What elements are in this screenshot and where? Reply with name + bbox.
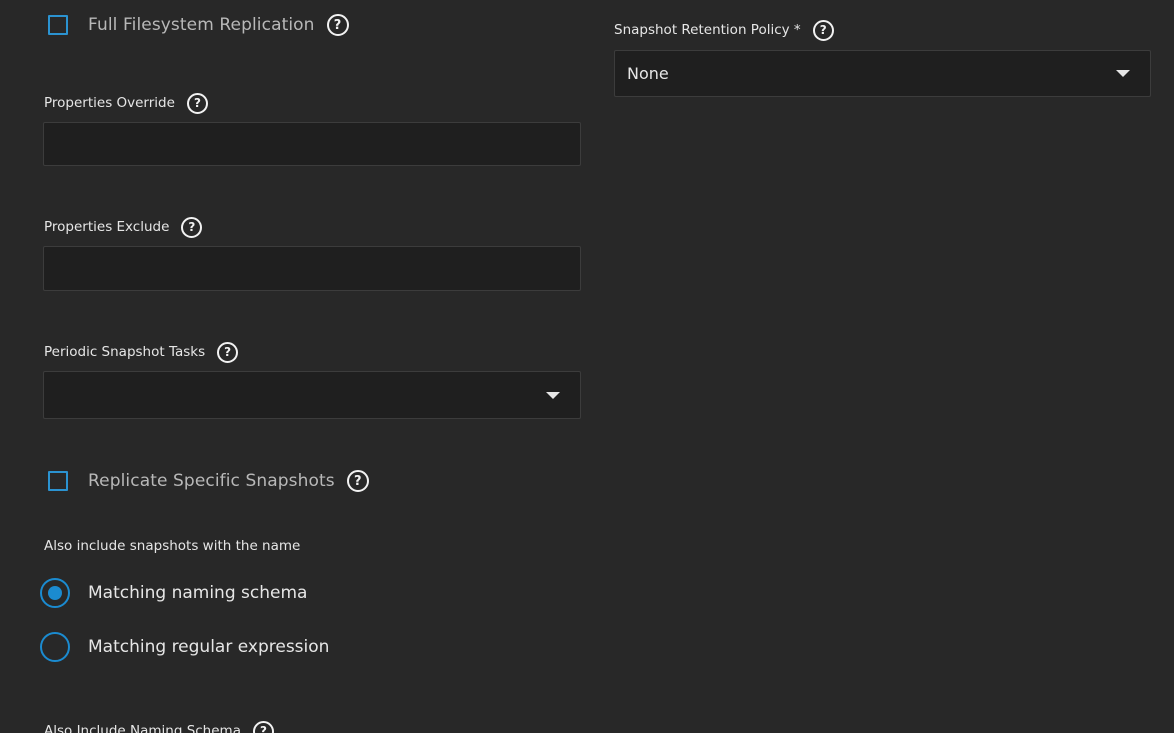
properties-override-input[interactable] [43, 122, 581, 166]
help-circle-icon[interactable]: ? [812, 19, 834, 41]
also-include-naming-schema-label-row: Also Include Naming Schema ? [44, 719, 274, 733]
properties-exclude-label: Properties Exclude [44, 219, 170, 235]
snapshot-retention-policy-value: None [627, 64, 669, 83]
help-circle-icon[interactable]: ? [181, 216, 203, 238]
help-circle-icon[interactable]: ? [326, 14, 349, 36]
periodic-snapshot-tasks-label-row: Periodic Snapshot Tasks ? [44, 340, 239, 364]
snapshot-retention-policy-label: Snapshot Retention Policy * [614, 22, 801, 38]
also-include-naming-schema-label: Also Include Naming Schema [44, 723, 241, 733]
replicate-specific-snapshots-row[interactable]: Replicate Specific Snapshots ? [46, 466, 369, 496]
help-circle-icon[interactable]: ? [186, 92, 208, 114]
periodic-snapshot-tasks-label: Periodic Snapshot Tasks [44, 344, 206, 360]
radio-matching-naming-schema[interactable]: Matching naming schema [40, 577, 307, 609]
chevron-down-icon [546, 391, 560, 399]
snapshot-retention-policy-label-row: Snapshot Retention Policy * ? [614, 18, 834, 42]
full-filesystem-replication-checkbox[interactable] [48, 15, 68, 35]
also-include-heading: Also include snapshots with the name [44, 538, 301, 554]
radio-label: Matching regular expression [88, 637, 330, 657]
help-circle-icon[interactable]: ? [252, 720, 274, 733]
replication-form: Full Filesystem Replication ? Snapshot R… [0, 0, 1174, 733]
properties-override-label: Properties Override [44, 95, 175, 111]
help-circle-icon[interactable]: ? [217, 341, 239, 363]
periodic-snapshot-tasks-select[interactable] [43, 371, 581, 419]
snapshot-retention-policy-select[interactable]: None [614, 50, 1151, 97]
radio-matching-regular-expression[interactable]: Matching regular expression [40, 631, 329, 663]
radio-dot [48, 586, 62, 600]
help-circle-icon[interactable]: ? [346, 470, 369, 492]
radio-button[interactable] [40, 632, 70, 662]
radio-label: Matching naming schema [88, 583, 308, 603]
full-filesystem-replication-label: Full Filesystem Replication [88, 15, 315, 35]
properties-exclude-label-row: Properties Exclude ? [44, 215, 203, 239]
chevron-down-icon [1116, 70, 1130, 77]
full-filesystem-replication-row[interactable]: Full Filesystem Replication ? [46, 10, 349, 40]
properties-override-label-row: Properties Override ? [44, 91, 208, 115]
replicate-specific-snapshots-label: Replicate Specific Snapshots [88, 471, 335, 491]
radio-button-selected[interactable] [40, 578, 70, 608]
replicate-specific-snapshots-checkbox[interactable] [48, 471, 68, 491]
properties-exclude-input[interactable] [43, 246, 581, 291]
